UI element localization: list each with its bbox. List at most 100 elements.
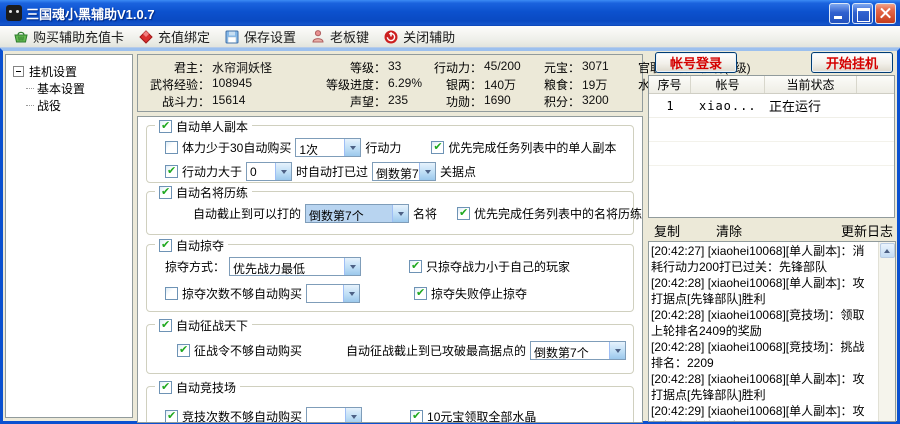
info-label: 声望： — [349, 95, 386, 109]
conquest-until-select[interactable]: 倒数第7个 — [530, 341, 627, 360]
table-empty-row — [649, 118, 894, 142]
chevron-down-icon[interactable] — [419, 163, 436, 180]
info-label: 等级： — [349, 61, 386, 75]
log-line: [20:42:28] [xiaohei10068][竞技场]：挑战排名：2209 — [651, 340, 865, 370]
info-label: 战斗力： — [161, 95, 210, 109]
toolbar: 购买辅助充值卡 充值绑定 保存设置 老板键 关闭辅助 — [0, 26, 900, 48]
chevron-down-icon[interactable] — [344, 258, 361, 275]
info-value: 水帘洞妖怪 — [212, 61, 273, 75]
general-until-select[interactable]: 倒数第7个 — [305, 204, 410, 223]
chevron-down-icon[interactable] — [392, 205, 409, 222]
header-status[interactable]: 当前状态 — [765, 76, 857, 93]
group-title: 自动掠夺 — [176, 239, 225, 253]
select-value: 倒数第7个 — [534, 346, 589, 359]
arena-buy-select[interactable] — [306, 407, 363, 422]
plunder-buy-select[interactable] — [306, 284, 361, 303]
priority-single-dungeon-label: 优先完成任务列表中的单人副本 — [448, 141, 617, 155]
save-icon — [225, 30, 239, 43]
only-weaker-checkbox[interactable] — [409, 259, 423, 273]
action-power-threshold-select[interactable]: 0 — [246, 162, 293, 181]
priority-single-dungeon-checkbox[interactable] — [431, 140, 445, 154]
maximize-button[interactable] — [852, 2, 873, 24]
close-button[interactable] — [875, 2, 896, 24]
group-auto-famous-general: 自动名将历练 自动截止到可以打的 倒数第7个 名将 优先完成任务列表中的名将历练 — [146, 184, 642, 235]
bind-recharge-button[interactable]: 充值绑定 — [131, 27, 217, 47]
priority-famous-general-label: 优先完成任务列表中的名将历练 — [474, 207, 643, 221]
claim-crystal-checkbox[interactable] — [410, 409, 424, 422]
close-assist-button[interactable]: 关闭辅助 — [376, 27, 462, 47]
select-value — [307, 285, 343, 302]
stop-on-fail-checkbox[interactable] — [414, 286, 428, 300]
conquest-buy-label: 征战令不够自动购买 — [194, 344, 303, 358]
buy-card-label: 购买辅助充值卡 — [33, 30, 125, 45]
stop-on-fail-label: 掠夺失败停止掠夺 — [431, 287, 528, 301]
log-actions: 复制 清除 更新日志 — [648, 222, 895, 239]
stamina-buy-checkbox[interactable] — [165, 141, 178, 154]
plunder-mode-select[interactable]: 优先战力最低 — [229, 257, 362, 276]
group-auto-single-dungeon: 自动单人副本 体力少于30自动购买 1次 行动力 优先完成任务列表中的单人副本 … — [146, 118, 634, 183]
account-name: xiao... — [699, 98, 757, 113]
account-table-header: 序号 帐号 当前状态 — [649, 76, 894, 94]
stamina-buy-label: 体力少于30自动购买 — [182, 141, 292, 155]
scroll-up-icon[interactable] — [879, 243, 895, 258]
stamina-buy-count-select[interactable]: 1次 — [295, 138, 362, 157]
update-log-button[interactable]: 更新日志 — [841, 221, 893, 240]
group-title: 自动征战天下 — [176, 319, 249, 333]
chevron-down-icon[interactable] — [344, 139, 361, 156]
table-row[interactable]: 1 xiao... 正在运行 — [649, 94, 894, 118]
minimize-button[interactable] — [829, 2, 850, 24]
action-power-target-select[interactable]: 倒数第7 — [372, 162, 437, 181]
header-account[interactable]: 帐号 — [691, 76, 765, 93]
select-value: 优先战力最低 — [233, 262, 306, 275]
log-scrollbar[interactable] — [878, 242, 895, 421]
boss-key-button[interactable]: 老板键 — [303, 27, 376, 47]
info-value: 140万 — [484, 78, 517, 92]
copy-button[interactable]: 复制 — [654, 221, 680, 240]
arena-buy-checkbox[interactable] — [165, 409, 178, 422]
info-value: 3071 — [582, 59, 609, 73]
log-text: [20:42:27] [xiaohei10068][单人副本]：消耗行动力200… — [649, 242, 878, 421]
save-settings-button[interactable]: 保存设置 — [217, 27, 303, 47]
sidebar-item-basic-settings[interactable]: 基本设置 — [13, 80, 128, 97]
account-index: 1 — [666, 98, 674, 113]
claim-crystal-label: 10元宝领取全部水晶 — [427, 410, 537, 423]
plunder-buy-checkbox[interactable] — [165, 287, 178, 300]
app-icon — [6, 5, 22, 21]
player-info-panel: 君主：水帘洞妖怪 等级：33 行动力：45/200 元宝：3071 官职：破贼校… — [137, 54, 751, 112]
boss-key-icon — [312, 29, 324, 42]
info-value: 3200 — [582, 93, 609, 107]
info-value: 1690 — [484, 93, 511, 107]
conquest-until-label: 自动征战截止到已攻破最高据点的 — [346, 344, 527, 358]
start-hangup-button[interactable]: 开始挂机 — [811, 52, 893, 73]
chevron-down-icon[interactable] — [343, 285, 360, 302]
priority-famous-general-checkbox[interactable] — [457, 206, 471, 220]
select-value — [307, 408, 345, 422]
tree-item-label: 战役 — [37, 99, 62, 113]
sidebar-item-hangup-settings[interactable]: 挂机设置 — [13, 63, 128, 80]
buy-card-button[interactable]: 购买辅助充值卡 — [6, 27, 131, 47]
auto-famous-general-checkbox[interactable] — [159, 185, 172, 199]
power-icon — [384, 30, 398, 43]
auto-conquest-checkbox[interactable] — [159, 318, 172, 332]
auto-single-dungeon-checkbox[interactable] — [159, 119, 172, 133]
diamond-icon — [139, 29, 153, 44]
only-weaker-label: 只掠夺战力小于自己的玩家 — [426, 260, 571, 274]
plunder-buy-label: 掠夺次数不够自动购买 — [182, 287, 303, 301]
app-window: 三国魂小黑辅助V1.0.7 购买辅助充值卡 充值绑定 保存设置 老板键 关闭辅助 — [0, 0, 900, 424]
auto-arena-checkbox[interactable] — [159, 380, 172, 394]
main-content: 挂机设置 基本设置 战役 君主： 水帘洞妖怪 等级： 33 行动力： 45/200 元… — [0, 48, 900, 424]
chevron-down-icon[interactable] — [345, 408, 362, 422]
chevron-down-icon[interactable] — [275, 163, 292, 180]
clear-button[interactable]: 清除 — [716, 221, 742, 240]
bind-recharge-label: 充值绑定 — [158, 30, 211, 45]
sidebar-item-campaign[interactable]: 战役 — [13, 97, 128, 114]
action-power-checkbox[interactable] — [165, 164, 178, 178]
group-title: 自动名将历练 — [176, 186, 249, 200]
conquest-buy-checkbox[interactable] — [177, 343, 190, 357]
select-value: 倒数第7个 — [306, 205, 393, 222]
chevron-down-icon[interactable] — [609, 342, 626, 359]
tree-collapse-icon[interactable] — [13, 66, 24, 77]
header-index[interactable]: 序号 — [649, 76, 691, 93]
auto-plunder-checkbox[interactable] — [159, 238, 172, 252]
account-login-button[interactable]: 帐号登录 — [655, 52, 737, 73]
